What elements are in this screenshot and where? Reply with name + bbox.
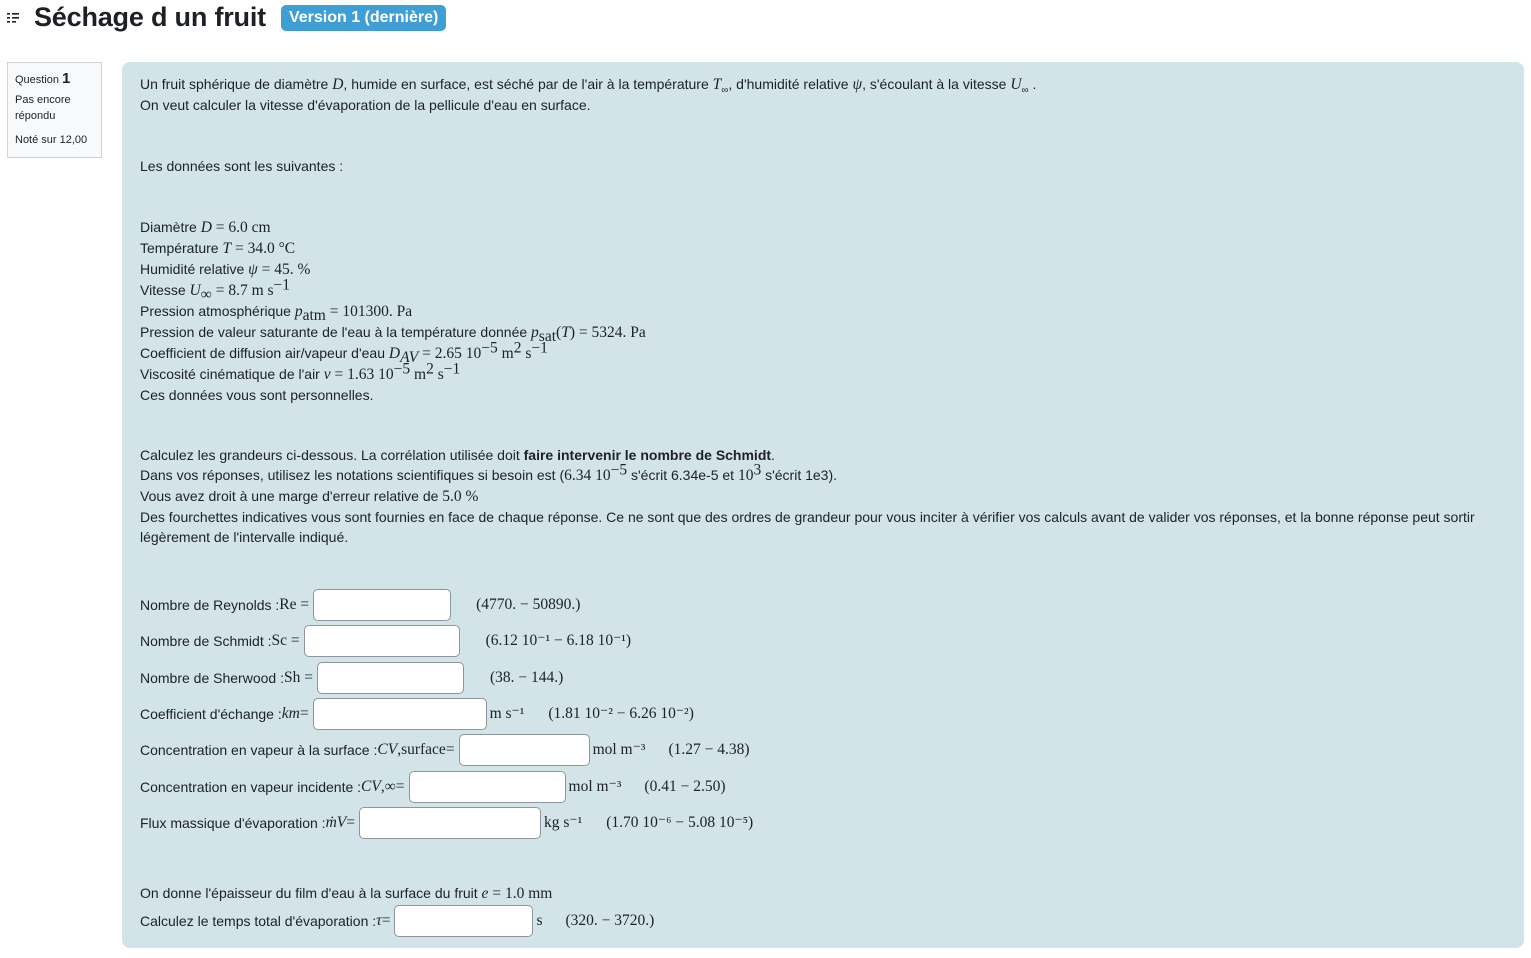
question-state: Pas encore répondu bbox=[15, 94, 71, 122]
answer-cv-incident: Concentration en vapeur incidente : C V,∞… bbox=[140, 768, 1506, 804]
data-psat: Pression de valeur saturante de l'eau à … bbox=[140, 324, 646, 345]
version-badge: Version 1 (dernière) bbox=[280, 5, 447, 31]
data-diffusion: Coefficient de diffusion air/vapeur d'ea… bbox=[140, 339, 548, 366]
answer-schmidt: Nombre de Schmidt : Sc = (6.12 10⁻¹ − 6.… bbox=[140, 623, 1506, 659]
data-intro: Les données sont les suivantes : bbox=[140, 158, 344, 174]
data-speed: Vitesse U∞ = 8.7 m s−1 bbox=[140, 276, 291, 303]
cv-incident-input[interactable] bbox=[408, 770, 566, 803]
data-humidity: Humidité relative ψ = 45. % bbox=[140, 261, 311, 278]
intro-line-1: Un fruit sphérique de diamètre D, humide… bbox=[140, 76, 1037, 96]
data-diameter: Diamètre D = 6.0 cm bbox=[140, 219, 271, 236]
question-text: Un fruit sphérique de diamètre D, humide… bbox=[122, 62, 1524, 948]
answer-cv-surface: Concentration en vapeur à la surface : C… bbox=[140, 732, 1506, 768]
answer-time: Calculez le temps total d'évaporation : … bbox=[140, 904, 1506, 938]
instruction-1: Calculez les grandeurs ci-dessous. La co… bbox=[140, 447, 775, 463]
reynolds-input[interactable] bbox=[313, 589, 452, 622]
data-temperature: Température T = 34.0 °C bbox=[140, 240, 296, 257]
data-personal-note: Ces données vous sont personnelles. bbox=[140, 387, 374, 403]
answer-reynolds: Nombre de Reynolds : Re = (4770. − 50890… bbox=[140, 587, 1506, 623]
question-info-panel: Question 1 Pas encore répondu Noté sur 12… bbox=[7, 62, 102, 158]
question-grade: Noté sur 12,00 bbox=[15, 134, 88, 146]
drag-handle-icon[interactable] bbox=[6, 11, 20, 25]
intro-line-2: On veut calculer la vitesse d'évaporatio… bbox=[140, 97, 591, 113]
instruction-2: Dans vos réponses, utilisez les notation… bbox=[140, 461, 838, 484]
data-patm: Pression atmosphérique patm = 101300. Pa bbox=[140, 303, 413, 324]
data-viscosity: Viscosité cinématique de l'air ν = 1.63 … bbox=[140, 360, 461, 383]
question-number: 1 bbox=[62, 70, 71, 87]
answer-km: Coefficient d'échange : km = m s⁻¹ (1.81… bbox=[140, 696, 1506, 732]
page-header: Séchage d un fruit Version 1 (dernière) bbox=[6, 0, 447, 34]
question-label: Question bbox=[15, 74, 60, 86]
cv-surface-input[interactable] bbox=[458, 734, 590, 767]
sherwood-input[interactable] bbox=[316, 661, 464, 694]
instruction-4: Des fourchettes indicatives vous sont fo… bbox=[140, 509, 1475, 545]
film-thickness: On donne l'épaisseur du film d'eau à la … bbox=[140, 885, 553, 903]
mass-flux-input[interactable] bbox=[358, 806, 541, 839]
instruction-3: Vous avez droit à une marge d'erreur rel… bbox=[140, 488, 479, 505]
question-number-line: Question 1 bbox=[15, 71, 94, 88]
km-input[interactable] bbox=[312, 698, 487, 731]
page-title: Séchage d un fruit bbox=[34, 1, 266, 32]
answer-sherwood: Nombre de Sherwood : Sh = (38. − 144.) bbox=[140, 660, 1506, 696]
schmidt-input[interactable] bbox=[303, 625, 460, 658]
time-input[interactable] bbox=[394, 905, 534, 938]
answer-mass-flux: Flux massique d'évaporation : ṁV = kg s⁻… bbox=[140, 805, 1506, 841]
